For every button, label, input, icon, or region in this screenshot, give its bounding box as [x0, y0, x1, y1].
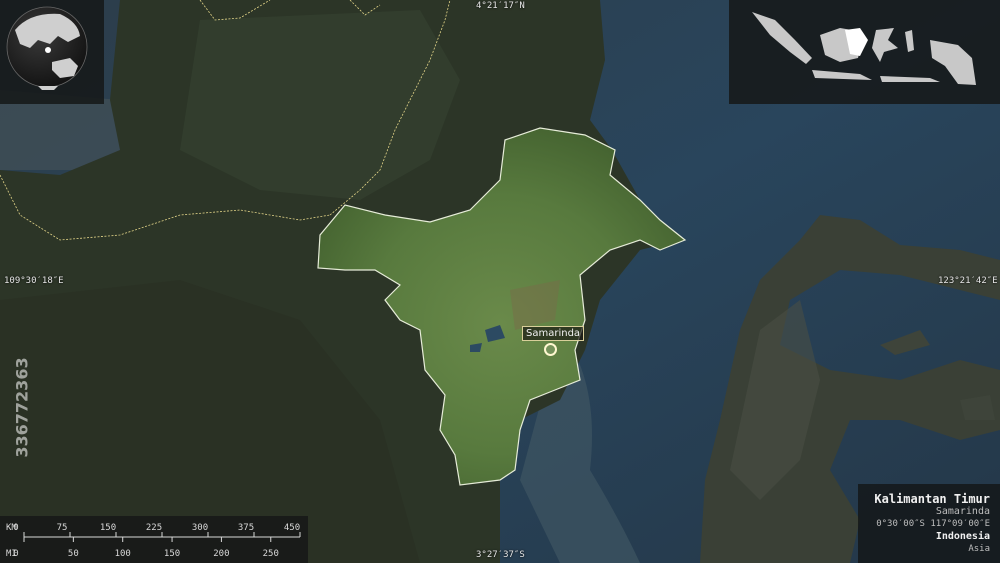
scale-label-km: 0	[13, 523, 18, 533]
scale-label-km: 75	[57, 523, 68, 533]
coordinate-label-right: 123°21′42″E	[938, 276, 998, 286]
city-label: Samarinda	[522, 326, 585, 341]
scale-label-mi: 0	[13, 549, 18, 559]
scale-label-mi: 50	[68, 549, 79, 559]
scale-label-km: 225	[146, 523, 162, 533]
city-marker-icon	[544, 343, 557, 356]
scale-label-mi: 250	[263, 549, 279, 559]
coordinate-label-top: 4°21′17″N	[476, 1, 525, 11]
coordinate-label-bottom: 3°27′37″S	[476, 550, 525, 560]
satellite-map: KMMI75 150 225 300 375 4500 50 100 150 200 2500	[0, 0, 1000, 563]
country-name: Indonesia	[935, 531, 990, 542]
scale-label-km: 450	[284, 523, 300, 533]
globe-location-marker	[45, 47, 51, 53]
region-name: Kalimantan Timur	[874, 492, 990, 506]
capital-coordinates: 0°30′00″S 117°09′00″E	[876, 519, 990, 529]
scale-label-mi: 100	[115, 549, 131, 559]
scale-label-km: 150	[100, 523, 116, 533]
scale-label-mi: 200	[213, 549, 229, 559]
scale-label-km: 300	[192, 523, 208, 533]
scale-label-mi: 150	[164, 549, 180, 559]
continent-name: Asia	[968, 544, 990, 554]
coordinate-label-left: 109°30′18″E	[4, 276, 64, 286]
info-panel: Kalimantan Timur Samarinda 0°30′00″S 117…	[858, 484, 1000, 563]
scale-label-km: 375	[238, 523, 254, 533]
capital-name: Samarinda	[935, 506, 990, 517]
watermark-id: 336772363	[12, 357, 32, 458]
